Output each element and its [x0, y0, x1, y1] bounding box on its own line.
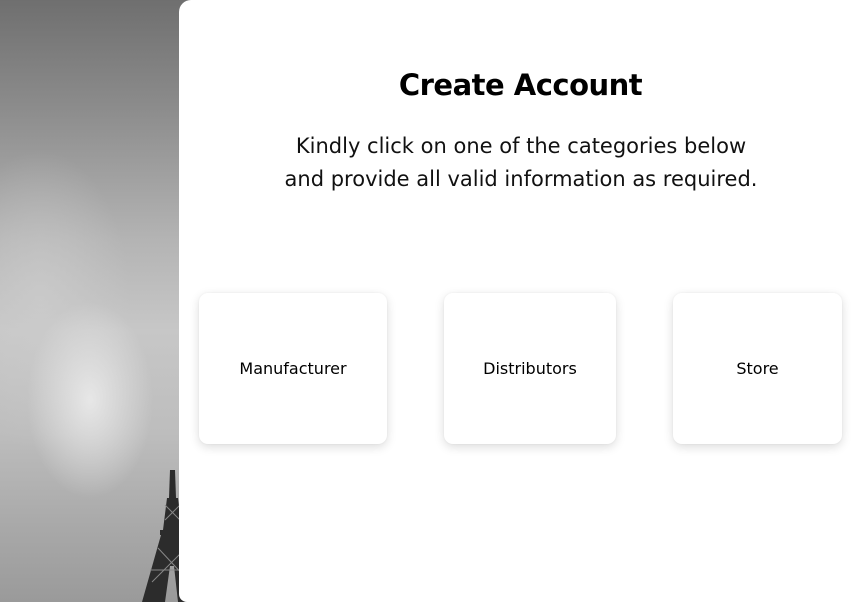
page-title: Create Account: [398, 68, 643, 102]
create-account-page: Create Account Kindly click on one of th…: [0, 0, 862, 602]
category-card-manufacturer[interactable]: Manufacturer: [199, 293, 387, 444]
instruction-line-1: Kindly click on one of the categories be…: [295, 134, 747, 158]
instruction-line-2: and provide all valid information as req…: [284, 167, 758, 191]
category-label-manufacturer: Manufacturer: [239, 359, 347, 378]
signup-panel: Create Account Kindly click on one of th…: [179, 0, 862, 602]
category-label-store: Store: [736, 359, 779, 378]
eiffel-tower-background-image: [0, 0, 200, 602]
instruction-text: Kindly click on one of the categories be…: [249, 130, 793, 196]
category-card-store[interactable]: Store: [673, 293, 842, 444]
category-label-distributors: Distributors: [483, 359, 577, 378]
category-card-distributors[interactable]: Distributors: [444, 293, 616, 444]
